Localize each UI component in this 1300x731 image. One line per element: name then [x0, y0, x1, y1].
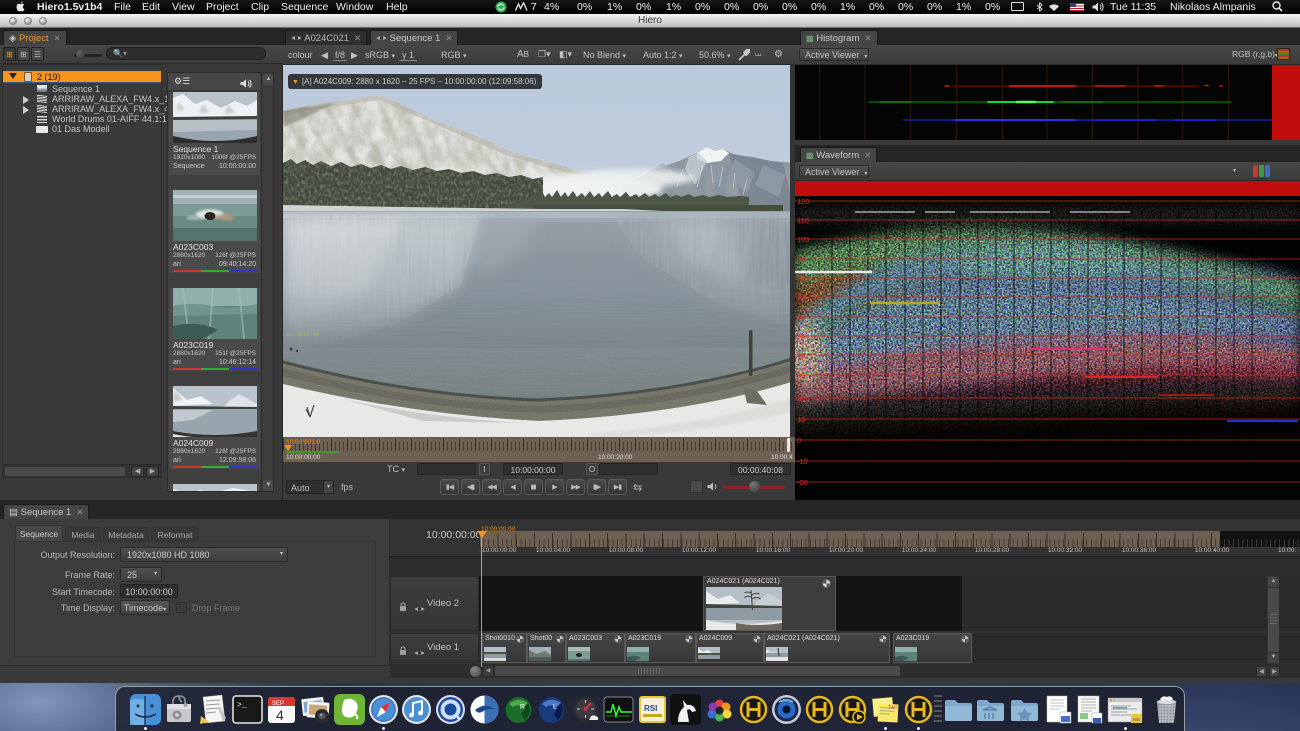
svg-text:R: R [520, 704, 525, 711]
svg-text:40: 40 [797, 351, 805, 360]
svg-text:110: 110 [797, 216, 809, 225]
svg-text:RSI: RSI [644, 704, 657, 713]
svg-text:10: 10 [797, 415, 805, 424]
svg-text:100: 100 [797, 235, 810, 244]
svg-text:70: 70 [797, 293, 805, 302]
svg-text:60: 60 [797, 313, 805, 322]
svg-text:Two: Two [888, 705, 897, 711]
svg-text:80: 80 [797, 274, 805, 283]
svg-text:30: 30 [797, 371, 805, 380]
svg-text:>_: >_ [237, 701, 247, 710]
svg-text:50: 50 [797, 332, 805, 341]
svg-text:-20: -20 [797, 478, 808, 487]
svg-text:0: 0 [797, 436, 801, 445]
svg-text:90: 90 [797, 255, 805, 264]
svg-text:-10: -10 [797, 457, 808, 466]
svg-text:RSI: RSI [1133, 717, 1140, 722]
svg-text:20: 20 [797, 394, 805, 403]
svg-text:4: 4 [276, 707, 284, 723]
svg-text:120: 120 [797, 197, 810, 206]
svg-text:L: L [553, 704, 557, 711]
